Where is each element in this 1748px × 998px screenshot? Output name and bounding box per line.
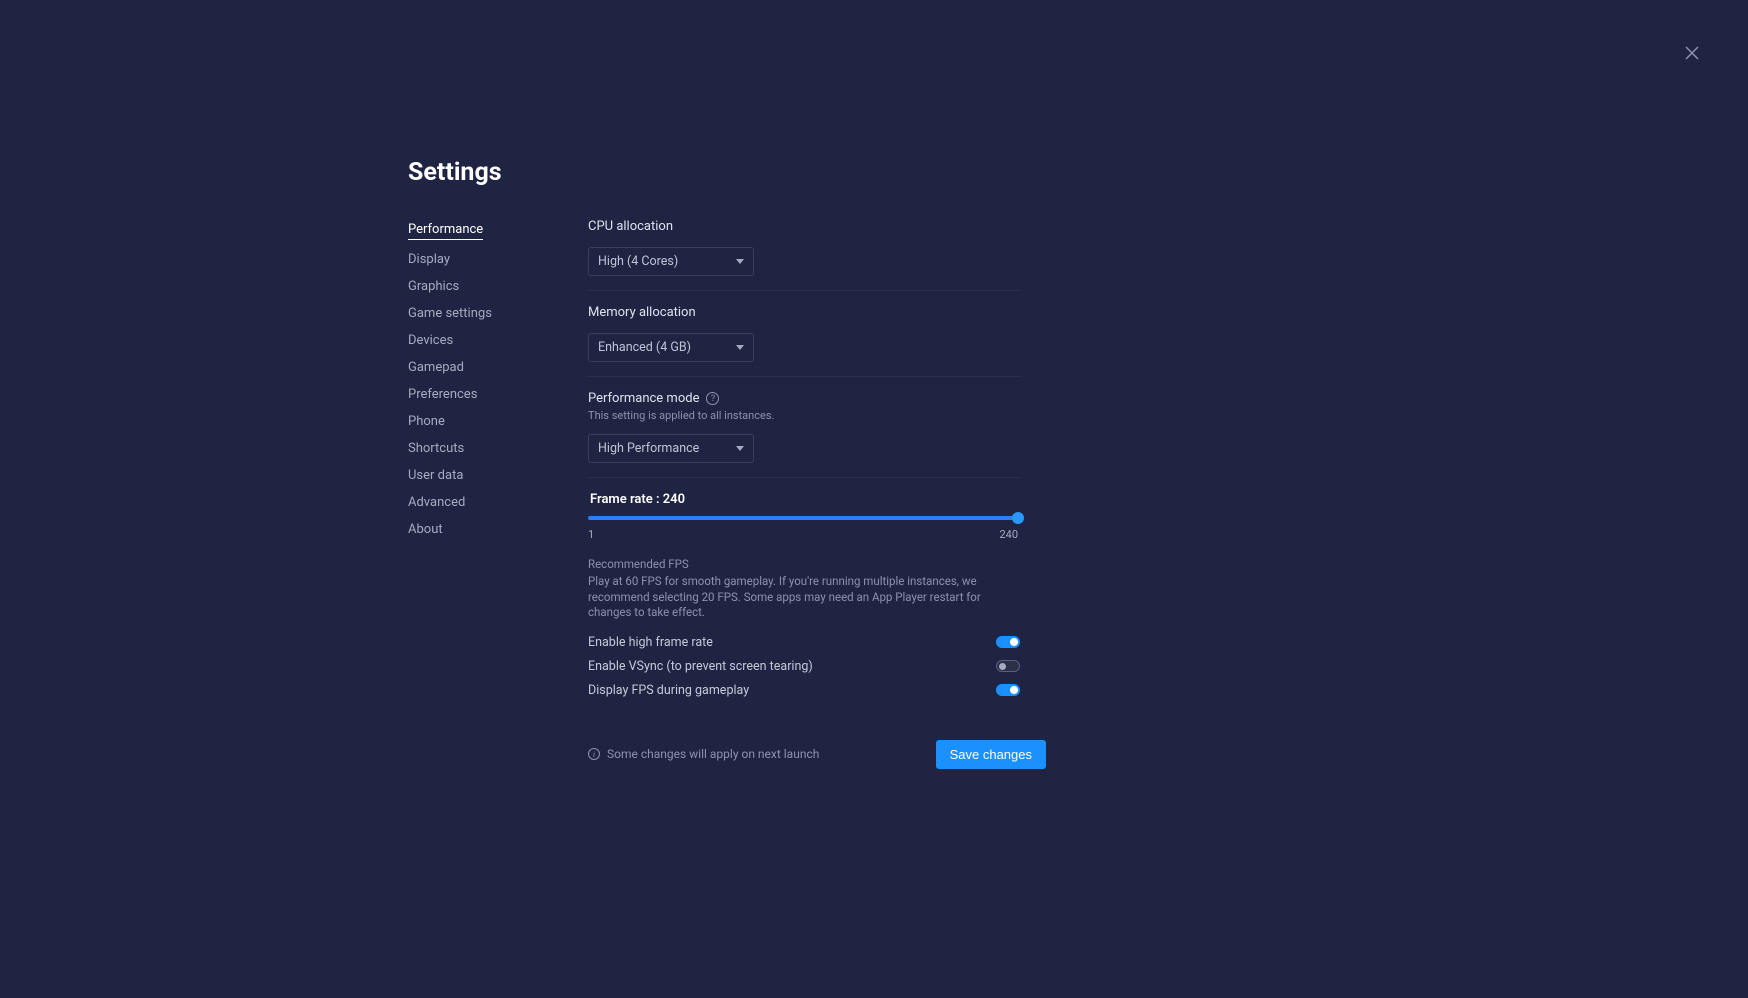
page-title: Settings — [408, 158, 1020, 187]
divider — [588, 477, 1020, 478]
chevron-down-icon — [736, 345, 744, 350]
sidebar-item-shortcuts[interactable]: Shortcuts — [408, 441, 464, 456]
sidebar-item-preferences[interactable]: Preferences — [408, 387, 477, 402]
cpu-allocation-label: CPU allocation — [588, 219, 1020, 234]
chevron-down-icon — [736, 259, 744, 264]
frame-rate-max: 240 — [999, 528, 1018, 541]
performance-mode-sublabel: This setting is applied to all instances… — [588, 409, 1020, 422]
sidebar-item-phone[interactable]: Phone — [408, 414, 445, 429]
toggle-label: Enable high frame rate — [588, 635, 713, 650]
toggle-row: Display FPS during gameplay — [588, 683, 1020, 698]
toggle-switch[interactable] — [996, 636, 1020, 648]
sidebar-item-about[interactable]: About — [408, 522, 443, 537]
recommended-fps-title: Recommended FPS — [588, 557, 1020, 571]
toggle-row: Enable VSync (to prevent screen tearing) — [588, 659, 1020, 674]
main-pane: CPU allocation High (4 Cores) Memory all… — [588, 219, 1020, 769]
toggle-label: Display FPS during gameplay — [588, 683, 749, 698]
recommended-fps-body: Play at 60 FPS for smooth gameplay. If y… — [588, 574, 1020, 621]
frame-rate-label: Frame rate : 240 — [590, 492, 1020, 507]
sidebar: Performance Display Graphics Game settings D… — [408, 219, 588, 769]
toggle-row: Enable high frame rate — [588, 635, 1020, 650]
footer-note-text: Some changes will apply on next launch — [607, 747, 819, 761]
performance-mode-value: High Performance — [598, 441, 699, 456]
performance-mode-label: Performance mode — [588, 391, 699, 406]
cpu-allocation-value: High (4 Cores) — [598, 254, 678, 269]
sidebar-item-performance[interactable]: Performance — [408, 222, 483, 240]
sidebar-item-display[interactable]: Display — [408, 252, 450, 267]
toggle-switch[interactable] — [996, 660, 1020, 672]
cpu-allocation-dropdown[interactable]: High (4 Cores) — [588, 247, 754, 276]
toggle-switch[interactable] — [996, 684, 1020, 696]
close-button[interactable] — [1684, 45, 1700, 61]
sidebar-item-game-settings[interactable]: Game settings — [408, 306, 492, 321]
frame-rate-slider[interactable] — [588, 516, 1018, 520]
sidebar-item-graphics[interactable]: Graphics — [408, 279, 459, 294]
frame-rate-min: 1 — [588, 528, 594, 541]
info-icon: i — [588, 748, 600, 760]
footer-note: i Some changes will apply on next launch — [588, 747, 819, 761]
chevron-down-icon — [736, 446, 744, 451]
divider — [588, 376, 1020, 377]
memory-allocation-dropdown[interactable]: Enhanced (4 GB) — [588, 333, 754, 362]
sidebar-item-advanced[interactable]: Advanced — [408, 495, 465, 510]
save-changes-button[interactable]: Save changes — [936, 740, 1046, 769]
toggle-label: Enable VSync (to prevent screen tearing) — [588, 659, 813, 674]
help-icon[interactable]: ? — [706, 392, 719, 405]
performance-mode-dropdown[interactable]: High Performance — [588, 434, 754, 463]
sidebar-item-devices[interactable]: Devices — [408, 333, 453, 348]
memory-allocation-value: Enhanced (4 GB) — [598, 340, 691, 355]
settings-panel: Settings Performance Display Graphics Game … — [408, 158, 1020, 769]
sidebar-item-gamepad[interactable]: Gamepad — [408, 360, 464, 375]
frame-rate-slider-thumb[interactable] — [1012, 512, 1024, 524]
sidebar-item-user-data[interactable]: User data — [408, 468, 463, 483]
divider — [588, 290, 1020, 291]
memory-allocation-label: Memory allocation — [588, 305, 1020, 320]
